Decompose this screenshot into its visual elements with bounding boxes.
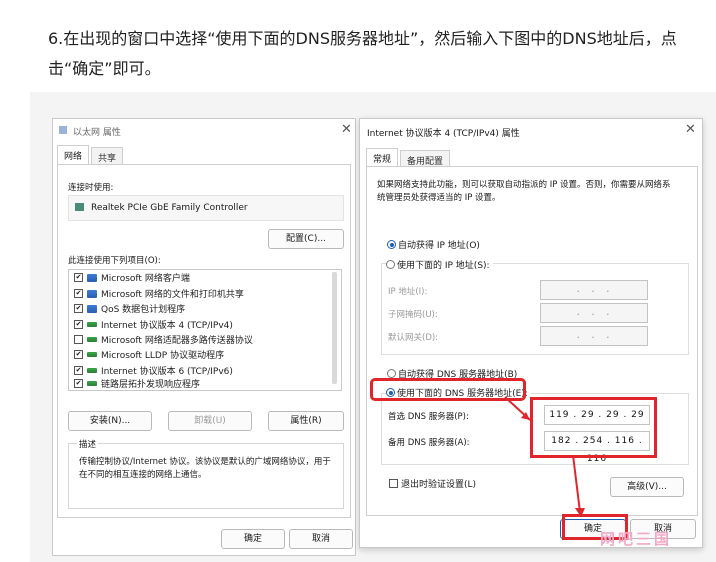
auto-ip-radio[interactable] — [387, 240, 396, 249]
properties-button[interactable]: 属性(R) — [268, 411, 344, 431]
dialog-title: Internet 协议版本 4 (TCP/IPv4) 属性 — [367, 129, 520, 139]
list-item[interactable]: ✔ Microsoft LLDP 协议驱动程序 — [74, 347, 224, 362]
auto-ip-option[interactable]: 自动获得 IP 地址(O) — [387, 238, 480, 251]
network-service-icon — [87, 304, 97, 313]
highlight-manual-dns — [370, 378, 526, 401]
auto-ip-label: 自动获得 IP 地址(O) — [398, 241, 480, 251]
adapter-name: Realtek PCIe GbE Family Controller — [91, 203, 248, 213]
install-button[interactable]: 安装(N)... — [68, 411, 152, 431]
connect-using-label: 连接时使用: — [68, 183, 114, 193]
list-scrollbar[interactable] — [332, 272, 337, 384]
protocol-icon — [87, 368, 97, 373]
list-item[interactable]: Microsoft 网络适配器多路传送器协议 — [74, 332, 253, 347]
item-label: Microsoft 网络客户端 — [101, 274, 190, 284]
protocol-icon — [87, 352, 97, 357]
manual-ip-label: 使用下面的 IP 地址(S): — [397, 261, 490, 271]
item-label: Internet 协议版本 4 (TCP/IPv4) — [101, 321, 233, 331]
highlight-dns-inputs — [530, 397, 657, 458]
protocol-icon — [87, 322, 97, 327]
validate-label: 退出时验证设置(L) — [401, 480, 477, 490]
dialog-title: 以太网 属性 — [73, 128, 121, 138]
list-item[interactable]: ✔ QoS 数据包计划程序 — [74, 301, 185, 316]
item-checkbox[interactable] — [74, 335, 83, 344]
auto-dns-radio[interactable] — [387, 369, 396, 378]
protocol-icon — [87, 337, 97, 342]
item-checkbox[interactable]: ✔ — [74, 304, 83, 313]
item-checkbox[interactable]: ✔ — [74, 320, 83, 329]
article-step-text: 6.在出现的窗口中选择“使用下面的DNS服务器地址”，然后输入下图中的DNS地址… — [48, 29, 677, 78]
advanced-button[interactable]: 高级(V)... — [610, 477, 684, 497]
description-group: 描述 传输控制协议/Internet 协议。该协议是默认的广域网络协议，用于在不… — [68, 438, 344, 509]
adapter-icon — [75, 203, 84, 211]
tab-network[interactable]: 网络 — [57, 145, 90, 165]
adapter-box: Realtek PCIe GbE Family Controller — [68, 195, 344, 221]
list-item[interactable]: ✔ 链路层拓扑发现响应程序 — [74, 378, 200, 388]
manual-ip-radio[interactable] — [386, 260, 395, 269]
tab-general[interactable]: 常规 — [366, 148, 399, 168]
description-text: 传输控制协议/Internet 协议。该协议是默认的广域网络协议，用于在不同的相… — [79, 457, 331, 480]
alternate-dns-label: 备用 DNS 服务器(A): — [388, 438, 470, 448]
watermark: 网吧三国 — [600, 530, 673, 548]
subnet-mask-input[interactable]: . . . — [540, 303, 648, 323]
list-item[interactable]: ✔ Internet 协议版本 4 (TCP/IPv4) — [74, 317, 233, 332]
ip-address-input[interactable]: . . . — [540, 280, 648, 300]
protocol-icon — [87, 380, 97, 386]
configure-button[interactable]: 配置(C)... — [268, 229, 344, 249]
network-client-icon — [87, 289, 97, 298]
item-label: 链路层拓扑发现响应程序 — [101, 379, 201, 389]
intro-text: 如果网络支持此功能，则可以获取自动指派的 IP 设置。否则，你需要从网络系统管理… — [377, 180, 671, 203]
network-client-icon — [87, 273, 97, 282]
item-label: Microsoft 网络适配器多路传送器协议 — [101, 336, 253, 346]
subnet-mask-label: 子网掩码(U): — [388, 310, 438, 320]
manual-ip-option[interactable]: 使用下面的 IP 地址(S): — [386, 258, 493, 271]
close-icon[interactable]: ✕ — [341, 122, 352, 137]
item-checkbox[interactable]: ✔ — [74, 350, 83, 359]
general-tab-panel: 如果网络支持此功能，则可以获取自动指派的 IP 设置。否则，你需要从网络系统管理… — [366, 166, 698, 516]
ipv4-properties-dialog: Internet 协议版本 4 (TCP/IPv4) 属性 ✕ 常规 备用配置 … — [359, 118, 703, 548]
item-checkbox[interactable]: ✔ — [74, 289, 83, 298]
item-label: Microsoft 网络的文件和打印机共享 — [101, 290, 244, 300]
list-item[interactable]: ✔ Internet 协议版本 6 (TCP/IPv6) — [74, 363, 233, 378]
validate-checkbox[interactable] — [389, 479, 398, 488]
item-checkbox[interactable]: ✔ — [74, 273, 83, 282]
item-label: Internet 协议版本 6 (TCP/IPv6) — [101, 367, 233, 377]
list-item[interactable]: ✔ Microsoft 网络的文件和打印机共享 — [74, 286, 244, 301]
description-label: 描述 — [77, 438, 99, 450]
list-item[interactable]: ✔ Microsoft 网络客户端 — [74, 270, 190, 285]
items-label: 此连接使用下列项目(O): — [68, 256, 161, 266]
gateway-label: 默认网关(D): — [388, 333, 439, 343]
close-icon[interactable]: ✕ — [685, 122, 696, 137]
uninstall-button[interactable]: 卸载(U) — [168, 411, 252, 431]
item-label: QoS 数据包计划程序 — [101, 305, 186, 315]
item-checkbox[interactable]: ✔ — [74, 378, 83, 388]
preferred-dns-label: 首选 DNS 服务器(P): — [388, 412, 469, 422]
ok-button[interactable]: 确定 — [221, 529, 285, 549]
validate-option[interactable]: 退出时验证设置(L) — [389, 477, 476, 490]
ip-address-label: IP 地址(I): — [388, 287, 428, 297]
gateway-input[interactable]: . . . — [540, 326, 648, 346]
ip-group: 使用下面的 IP 地址(S): IP 地址(I): . . . 子网掩码(U):… — [381, 258, 689, 355]
network-adapter-icon — [59, 126, 67, 134]
item-label: Microsoft LLDP 协议驱动程序 — [101, 351, 225, 361]
item-checkbox[interactable]: ✔ — [74, 366, 83, 375]
cancel-button[interactable]: 取消 — [289, 529, 353, 549]
